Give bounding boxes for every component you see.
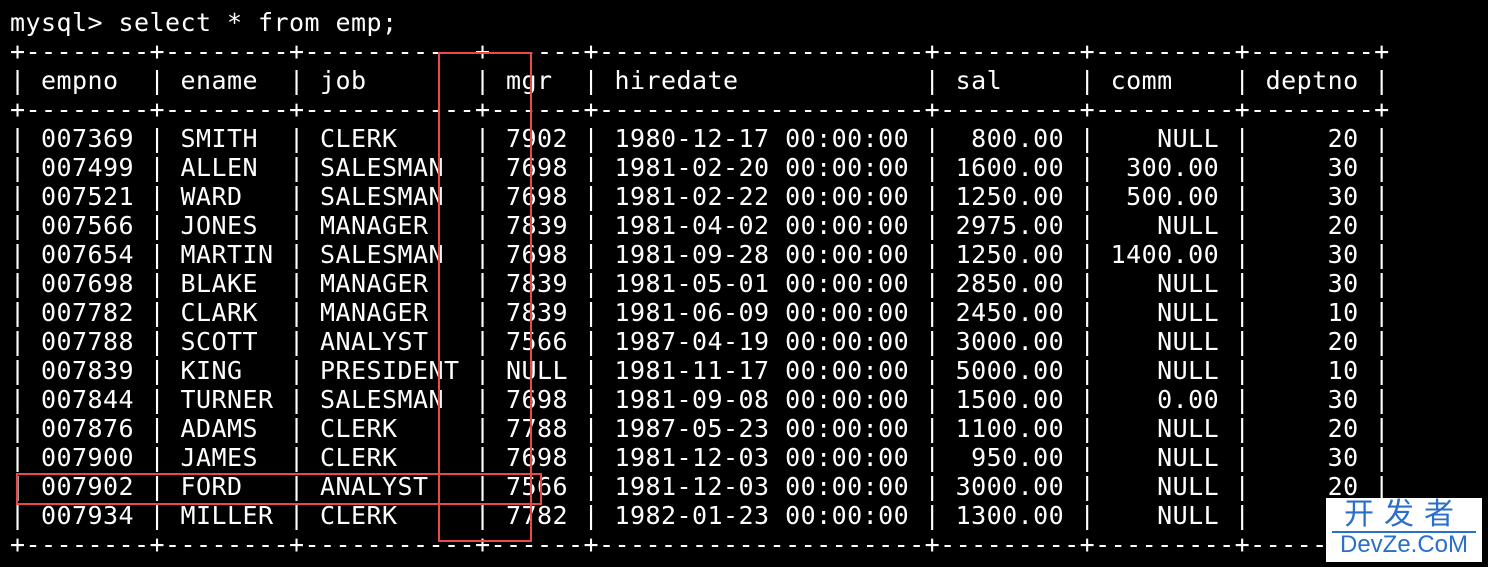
table-row: | 007654 | MARTIN | SALESMAN | 7698 | 19… xyxy=(10,240,1390,269)
table-header: | empno | ename | job | mgr | hiredate |… xyxy=(10,66,1390,95)
table-row: | 007900 | JAMES | CLERK | 7698 | 1981-1… xyxy=(10,443,1390,472)
table-border-bottom: +--------+--------+-----------+------+--… xyxy=(10,530,1390,559)
table-row: | 007521 | WARD | SALESMAN | 7698 | 1981… xyxy=(10,182,1390,211)
table-row: | 007369 | SMITH | CLERK | 7902 | 1980-1… xyxy=(10,124,1390,153)
watermark-chinese-text: 开发者 xyxy=(1344,497,1464,532)
devze-watermark-logo: 开发者 DevZe.CoM xyxy=(1326,498,1482,562)
table-row-highlighted: | 007902 | FORD | ANALYST | 7566 | 1981-… xyxy=(10,472,1390,501)
sql-prompt: mysql> select * from emp; xyxy=(10,8,398,37)
watermark-domain-text: DevZe.CoM xyxy=(1339,531,1469,558)
table-row: | 007839 | KING | PRESIDENT | NULL | 198… xyxy=(10,356,1390,385)
table-row: | 007876 | ADAMS | CLERK | 7788 | 1987-0… xyxy=(10,414,1390,443)
table-row: | 007788 | SCOTT | ANALYST | 7566 | 1987… xyxy=(10,327,1390,356)
terminal-window[interactable]: mysql> select * from emp; +--------+----… xyxy=(0,0,1488,567)
table-border-top: +--------+--------+-----------+------+--… xyxy=(10,37,1390,66)
table-row: | 007934 | MILLER | CLERK | 7782 | 1982-… xyxy=(10,501,1390,530)
table-row: | 007499 | ALLEN | SALESMAN | 7698 | 198… xyxy=(10,153,1390,182)
table-row: | 007698 | BLAKE | MANAGER | 7839 | 1981… xyxy=(10,269,1390,298)
table-row: | 007566 | JONES | MANAGER | 7839 | 1981… xyxy=(10,211,1390,240)
table-row: | 007844 | TURNER | SALESMAN | 7698 | 19… xyxy=(10,385,1390,414)
table-row: | 007782 | CLARK | MANAGER | 7839 | 1981… xyxy=(10,298,1390,327)
table-border-header: +--------+--------+-----------+------+--… xyxy=(10,95,1390,124)
